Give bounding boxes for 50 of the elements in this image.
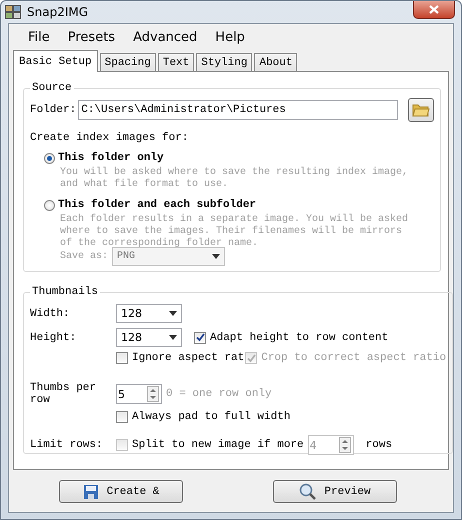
tab[interactable]: About	[254, 53, 298, 71]
folder-field[interactable]: C:\Users\Administrator\Pictures	[78, 100, 398, 120]
app-icon	[5, 4, 21, 20]
checkbox-label: Adapt height to row content	[210, 332, 388, 344]
radio-button[interactable]	[44, 200, 55, 210]
tab[interactable]: Spacing	[100, 53, 156, 71]
radio-label: This folder and each subfolder	[58, 199, 256, 211]
radio-button[interactable]	[44, 152, 55, 164]
menu-item[interactable]: Presets	[58, 28, 124, 46]
field-label: Height:	[30, 332, 78, 344]
tab[interactable]: Basic Setup	[13, 50, 98, 72]
field-label: Save as:	[60, 251, 108, 262]
field-label: Thumbs per row	[30, 382, 98, 406]
field-label: Limit rows:	[30, 439, 104, 451]
thumbs-spinner[interactable]: 5	[116, 384, 162, 404]
checkbox-label: Split to new image if more	[132, 439, 304, 451]
search-icon	[299, 483, 316, 500]
preview-button[interactable]: Preview	[273, 480, 397, 503]
browse-button[interactable]	[408, 98, 434, 122]
section-label: Create index images for:	[30, 132, 190, 144]
radio-label: This folder only	[58, 152, 164, 164]
checkbox-label: Always pad to full width	[132, 411, 290, 423]
menu-item[interactable]: File	[19, 28, 59, 46]
hint-text: 0 = one row only	[166, 388, 272, 400]
height-dropdown[interactable]: 128	[116, 328, 182, 347]
group-title: Source	[31, 82, 73, 94]
field-label: Width:	[30, 308, 71, 320]
tab[interactable]: Text	[158, 53, 194, 71]
field-label: Folder:	[30, 104, 76, 116]
menu-item[interactable]: Advanced	[124, 28, 206, 46]
checkbox[interactable]	[116, 352, 128, 364]
dropdown-arrow-icon	[169, 311, 177, 316]
checkbox[interactable]	[194, 332, 206, 344]
close-button[interactable]	[413, 1, 455, 19]
unit-label: rows	[366, 439, 392, 451]
dropdown-arrow-icon	[169, 335, 177, 340]
checkbox-label: Ignore aspect rat	[132, 352, 244, 364]
width-dropdown[interactable]: 128	[116, 304, 182, 323]
tab[interactable]: Styling	[196, 53, 252, 71]
checkbox-label: Crop to correct aspect ratio	[261, 352, 446, 364]
group-title: Thumbnails	[31, 286, 100, 298]
option-description: You will be asked where to save the resulting index image, and what file format to use.	[60, 167, 410, 191]
create-button[interactable]: Create &	[59, 480, 183, 503]
close-icon	[429, 5, 439, 14]
folder-icon	[412, 103, 430, 117]
option-description: Each folder results in a separate image. You will be asked where to save the images. Their filenames will be mirrors of the corresponding folder name.	[60, 214, 410, 250]
dropdown-arrow-icon	[212, 254, 220, 259]
checkbox[interactable]	[116, 411, 128, 423]
window-title: Snap2IMG	[27, 5, 88, 19]
menu-item[interactable]: Help	[206, 28, 254, 46]
